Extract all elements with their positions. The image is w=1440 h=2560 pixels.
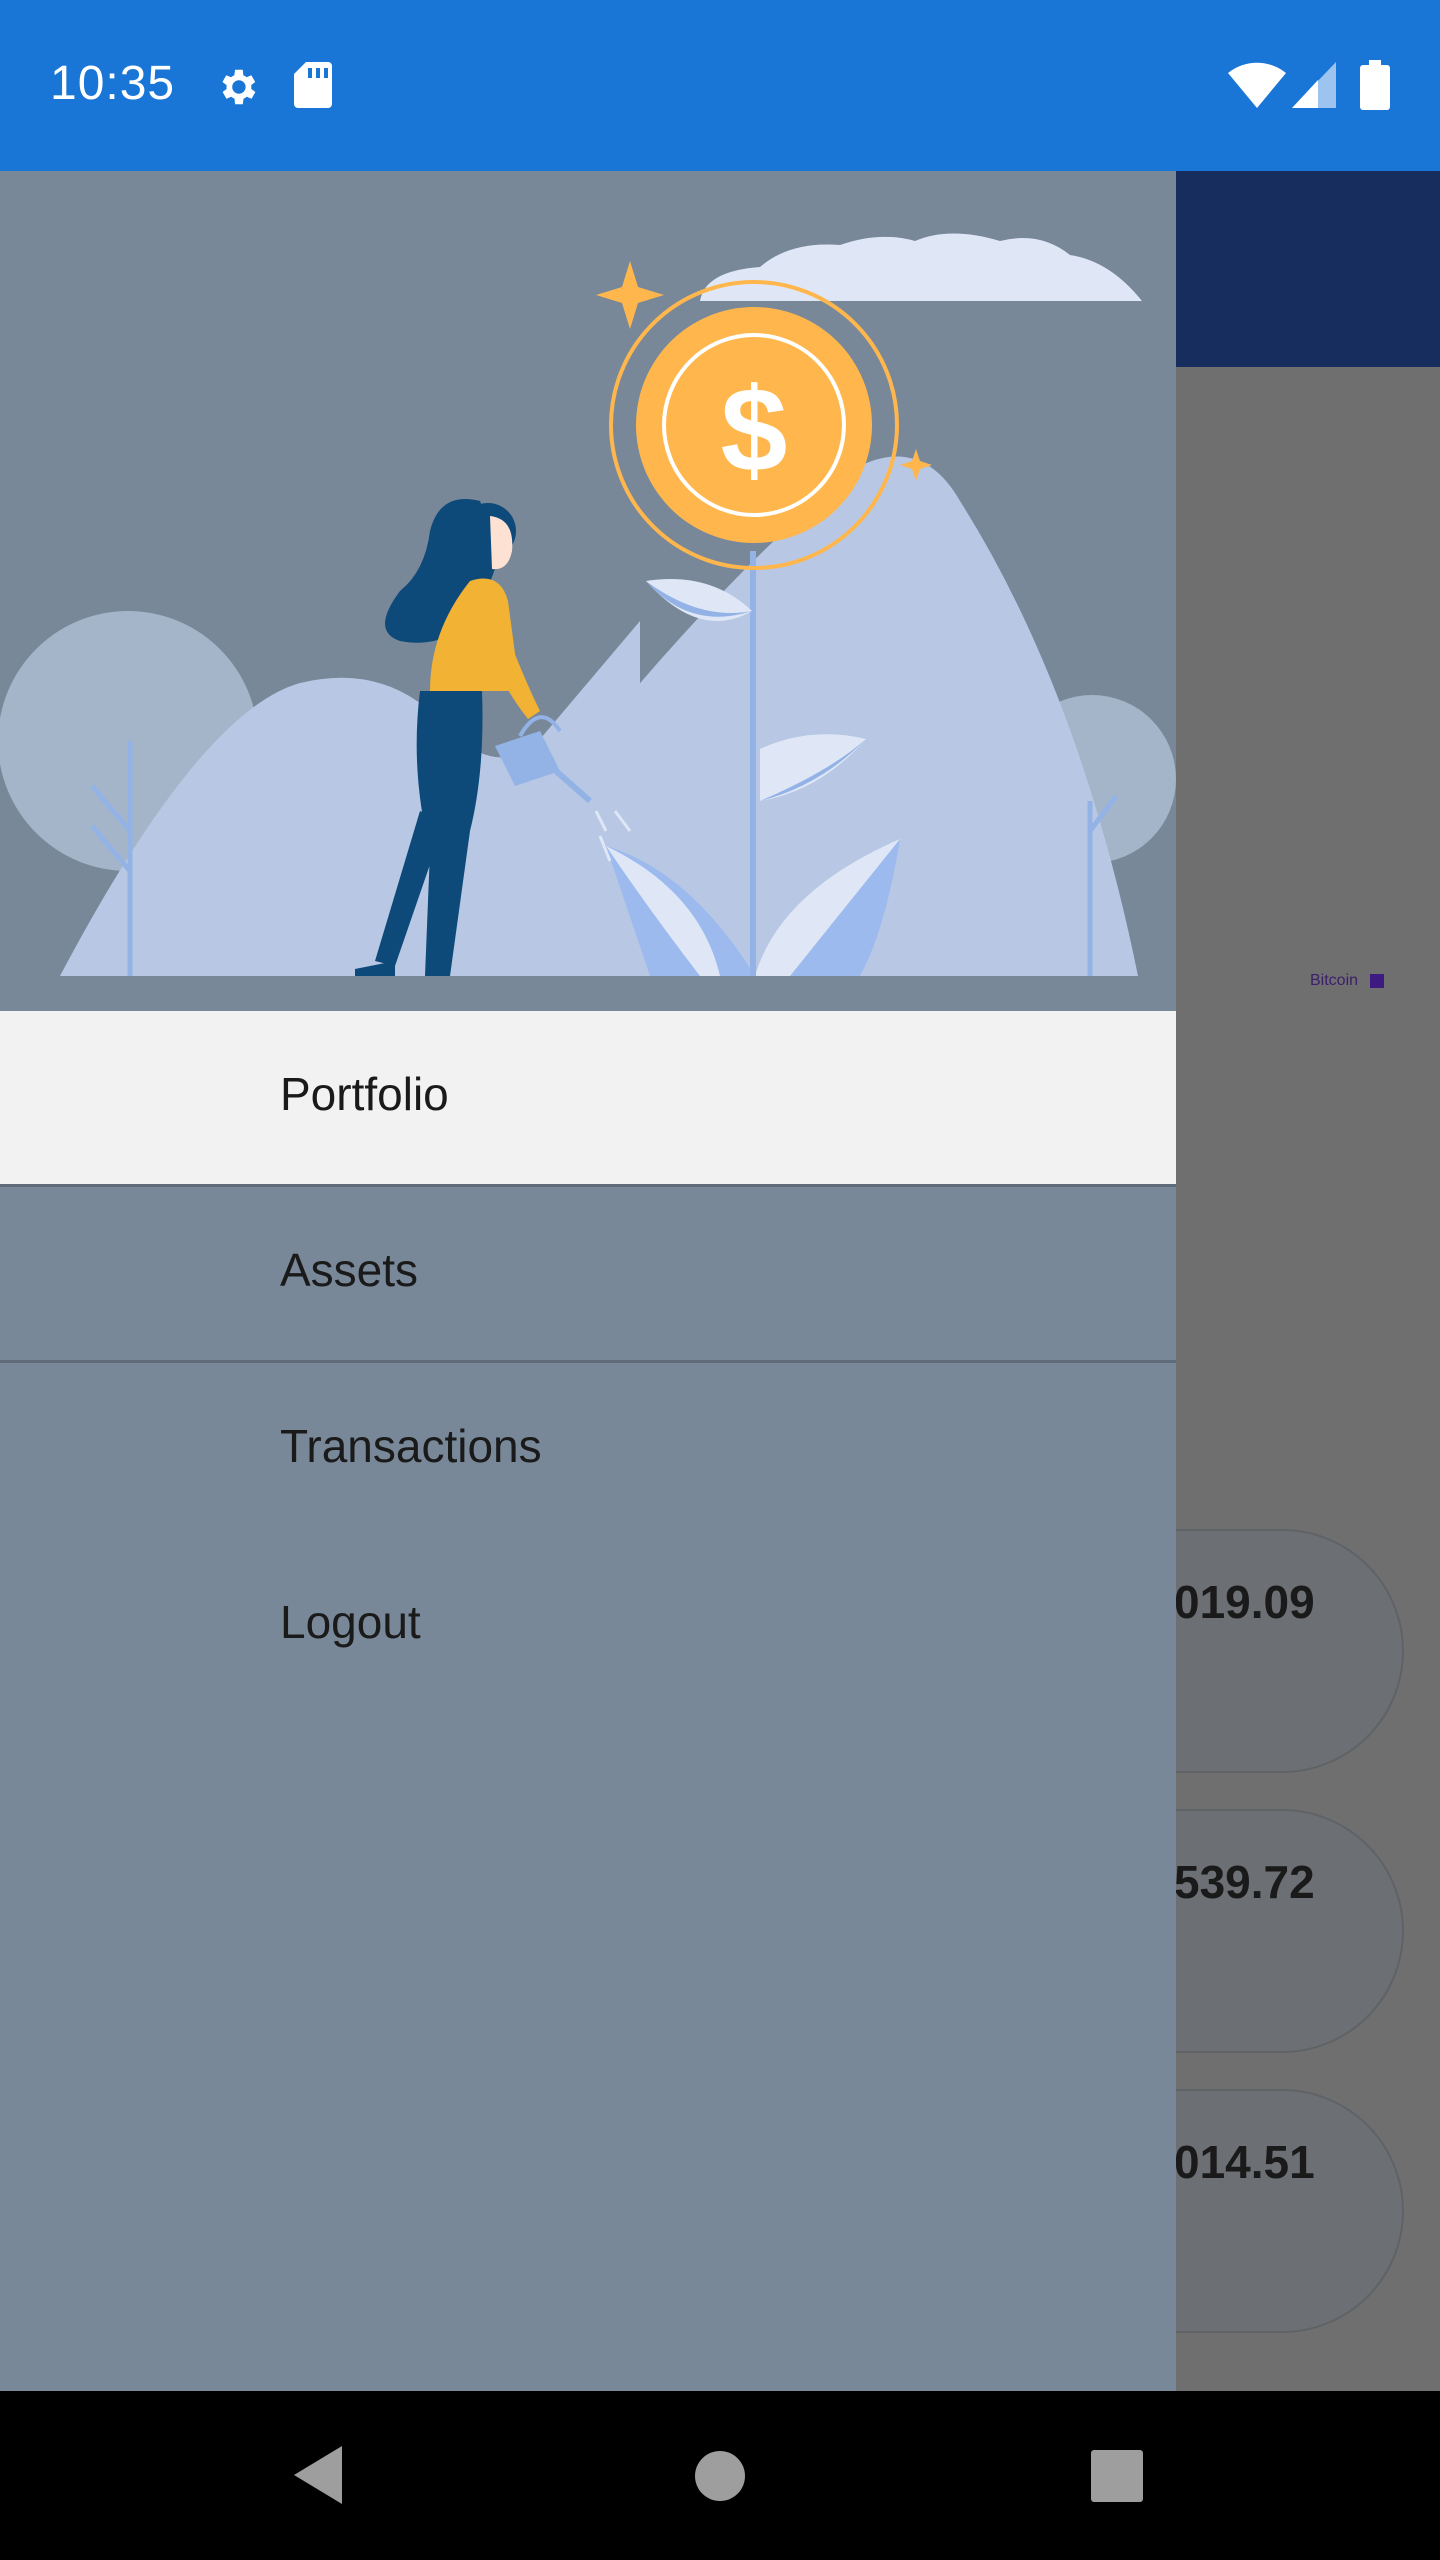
svg-text:$: $ xyxy=(721,363,788,497)
menu-item-logout[interactable]: Logout xyxy=(0,1539,1176,1715)
wifi-icon xyxy=(1228,62,1286,108)
drawer-header: $ xyxy=(0,171,1176,1011)
signal-icon xyxy=(1292,62,1336,108)
menu-item-label: Assets xyxy=(280,1244,419,1296)
system-nav-bar xyxy=(0,2391,1440,2560)
recents-icon[interactable] xyxy=(1090,2449,1144,2503)
chart-legend-swatch xyxy=(1370,974,1384,988)
balance-card-value: 014.51 xyxy=(1174,2136,1315,2188)
settings-icon xyxy=(222,69,256,105)
menu-item-transactions[interactable]: Transactions xyxy=(0,1363,1176,1539)
battery-icon xyxy=(1360,60,1390,110)
status-bar: 10:35 xyxy=(0,0,1440,171)
menu-item-label: Logout xyxy=(280,1596,421,1648)
balance-card-value: 539.72 xyxy=(1174,1856,1315,1908)
home-icon[interactable] xyxy=(694,2450,746,2502)
status-time: 10:35 xyxy=(50,57,176,110)
balance-card-value: 019.09 xyxy=(1174,1576,1315,1628)
sd-card-icon xyxy=(294,62,332,108)
back-icon[interactable] xyxy=(290,2444,346,2506)
chart-legend-label: Bitcoin xyxy=(1310,972,1359,989)
navigation-drawer: $ Portfolio Assets Transactions Logout xyxy=(0,171,1176,2391)
menu-item-label: Transactions xyxy=(280,1420,542,1472)
drawer-header-illustration: $ xyxy=(0,233,1176,976)
drawer-menu: Portfolio Assets Transactions Logout xyxy=(0,1011,1176,1715)
menu-item-label: Portfolio xyxy=(280,1068,449,1120)
menu-item-portfolio[interactable]: Portfolio xyxy=(0,1011,1176,1187)
menu-item-assets[interactable]: Assets xyxy=(0,1187,1176,1363)
